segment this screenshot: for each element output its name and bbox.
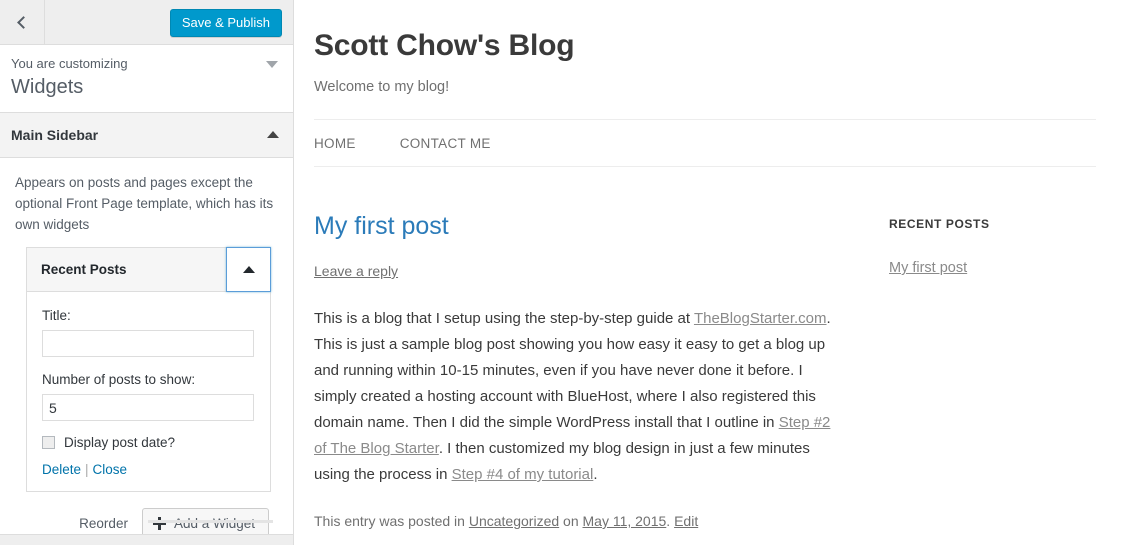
post-date-link[interactable]: May 11, 2015 — [583, 513, 667, 529]
widget-header[interactable]: Recent Posts — [27, 247, 271, 292]
panel-title-bar[interactable]: You are customizing Widgets — [0, 45, 293, 113]
display-post-date-label[interactable]: Display post date? — [64, 435, 175, 450]
action-separator: | — [85, 462, 89, 477]
plus-icon — [152, 516, 166, 530]
list-item: My first post — [889, 259, 990, 277]
site-inner: Scott Chow's Blog Welcome to my blog! HO… — [294, 29, 1096, 529]
recent-posts-heading: RECENT POSTS — [889, 217, 990, 231]
section-description: Appears on posts and pages except the op… — [15, 175, 274, 232]
title-field-label: Title: — [42, 308, 71, 323]
entry-meta-prefix: This entry was posted in — [314, 513, 469, 529]
site-description: Welcome to my blog! — [314, 79, 450, 95]
post-body: This is a blog that I setup using the st… — [314, 306, 834, 488]
post-title[interactable]: My first post — [314, 211, 834, 241]
widget-recent-posts: Recent Posts Title: Number of posts to s… — [26, 247, 271, 492]
post-text-4: . — [593, 466, 598, 483]
content-row: My first post Leave a reply This is a bl… — [314, 211, 1072, 529]
post-text-1: This is a blog that I setup using the st… — [314, 310, 694, 327]
customizer-screen: Save & Publish You are customizing Widge… — [0, 0, 1122, 545]
section-body: Appears on posts and pages except the op… — [0, 158, 293, 538]
customizer-bottom-bar — [0, 534, 293, 545]
post-count-input[interactable] — [42, 394, 254, 421]
close-widget-link[interactable]: Close — [93, 462, 128, 477]
panel-title: Widgets — [11, 76, 84, 98]
section-header-main-sidebar[interactable]: Main Sidebar — [0, 113, 293, 158]
widget-title-input[interactable] — [42, 330, 254, 357]
theblogstarter-link[interactable]: TheBlogStarter.com — [694, 310, 827, 327]
widget-expand-toggle[interactable] — [226, 247, 271, 292]
add-a-widget-label: Add a Widget — [173, 515, 255, 531]
step-4-link[interactable]: Step #4 of my tutorial — [452, 466, 594, 483]
post-column: My first post Leave a reply This is a bl… — [314, 211, 834, 529]
scroll-indicator — [148, 520, 273, 523]
chevron-left-icon — [17, 15, 30, 29]
site-title: Scott Chow's Blog — [314, 29, 575, 62]
post-entry-meta: This entry was posted in Uncategorized o… — [314, 513, 834, 529]
nav-item-home[interactable]: HOME — [314, 136, 356, 151]
display-post-date-checkbox[interactable] — [42, 436, 55, 449]
post-reply-meta: Leave a reply — [314, 263, 834, 279]
category-link[interactable]: Uncategorized — [469, 513, 559, 529]
site-preview: Scott Chow's Blog Welcome to my blog! HO… — [294, 0, 1122, 545]
caret-down-icon[interactable] — [266, 61, 278, 68]
back-button[interactable] — [0, 0, 45, 44]
entry-meta-period: . — [666, 513, 675, 529]
edit-post-link[interactable]: Edit — [674, 513, 698, 529]
site-navigation: HOME CONTACT ME — [314, 119, 1096, 167]
entry-meta-mid: on — [559, 513, 583, 529]
leave-a-reply-link[interactable]: Leave a reply — [314, 263, 398, 279]
post-text-2: . This is just a sample blog post showin… — [314, 310, 831, 431]
recent-post-link[interactable]: My first post — [889, 260, 967, 276]
post-count-field-label: Number of posts to show: — [42, 372, 196, 387]
section-title: Main Sidebar — [11, 127, 99, 143]
preview-sidebar: RECENT POSTS My first post — [889, 211, 990, 529]
recent-posts-list: My first post — [889, 259, 990, 277]
customizer-topbar: Save & Publish — [0, 0, 293, 45]
caret-up-icon[interactable] — [267, 131, 279, 138]
caret-up-icon — [242, 266, 255, 273]
customizer-sidebar: Save & Publish You are customizing Widge… — [0, 0, 294, 545]
widget-body: Title: Number of posts to show: Display … — [27, 292, 270, 491]
reorder-link[interactable]: Reorder — [79, 516, 128, 531]
nav-item-contact-me[interactable]: CONTACT ME — [400, 136, 491, 151]
display-post-date-row: Display post date? — [42, 435, 254, 450]
save-and-publish-button[interactable]: Save & Publish — [169, 9, 282, 37]
widget-title: Recent Posts — [41, 262, 127, 277]
nav-list: HOME CONTACT ME — [314, 120, 1096, 166]
delete-widget-link[interactable]: Delete — [42, 462, 81, 477]
panel-eyebrow: You are customizing — [11, 56, 128, 71]
widget-actions: Delete | Close — [42, 462, 254, 477]
